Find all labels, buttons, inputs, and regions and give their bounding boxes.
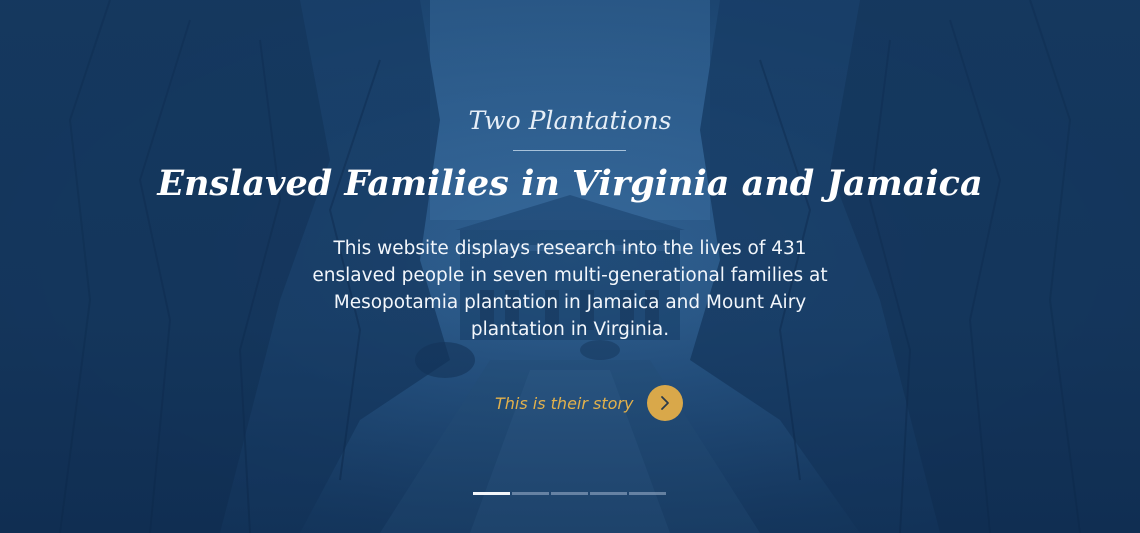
carousel-indicator-1[interactable]	[473, 492, 510, 495]
story-cta-label[interactable]: This is their story	[495, 394, 633, 413]
chevron-right-icon	[661, 396, 670, 410]
carousel-indicator-5[interactable]	[629, 492, 666, 495]
hero-divider	[513, 150, 626, 151]
carousel-indicator-2[interactable]	[512, 492, 549, 495]
carousel-indicators	[473, 492, 668, 495]
hero-title: Enslaved Families in Virginia and Jamaic…	[157, 163, 983, 204]
carousel-indicator-4[interactable]	[590, 492, 627, 495]
hero-eyebrow: Two Plantations	[468, 106, 672, 135]
story-cta-button[interactable]	[647, 385, 684, 421]
hero-banner: Two Plantations Enslaved Families in Vir…	[0, 0, 1140, 533]
hero-description: This website displays research into the …	[312, 238, 828, 340]
story-cta-link[interactable]: This is their story	[495, 385, 684, 421]
carousel-indicator-3[interactable]	[551, 492, 588, 495]
